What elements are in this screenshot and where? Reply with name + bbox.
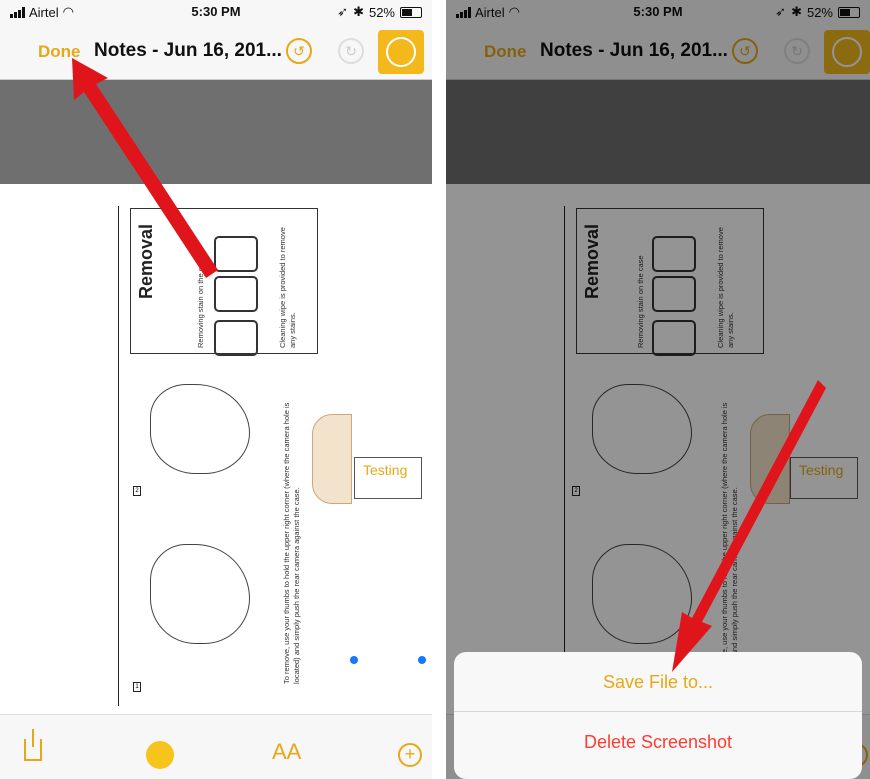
phone-diagram (214, 276, 258, 312)
status-bar: Airtel ◠ 5:30 PM ➶ ✱ 52% (0, 0, 432, 24)
color-picker-button[interactable] (146, 741, 174, 769)
battery-percent: 52% (368, 4, 395, 20)
nav-bar: Done Notes - Jun 16, 201... ↺ ↻ (0, 24, 432, 80)
annotation-text: Testing (363, 462, 408, 478)
box-caption: Removing stain on the case (196, 255, 205, 348)
text-annotation[interactable]: Testing (354, 457, 422, 499)
right-screen: Airtel ◠ 5:30 PM ➶ ✱ 52% Done Notes - Jun 1… (446, 0, 870, 779)
left-screen: Airtel ◠ 5:30 PM ➶ ✱ 52% Done Notes - Jun 1… (0, 0, 432, 779)
pen-icon (386, 37, 416, 67)
finger-illustration (312, 414, 352, 504)
resize-handle[interactable] (418, 656, 426, 664)
hand-illustration (150, 544, 250, 644)
undo-button[interactable]: ↺ (286, 38, 312, 64)
step-number: 2 (133, 486, 141, 496)
document-heading: Removal (136, 224, 156, 300)
box-note: Cleaning wipe is provided to remove any … (278, 227, 297, 348)
resize-handle[interactable] (350, 656, 358, 664)
bottom-toolbar: AA + (0, 714, 432, 779)
hand-illustration (150, 384, 250, 474)
page-title: Notes - Jun 16, 201... (94, 40, 282, 61)
instructions-text: To remove, use your thumbs to hold the u… (282, 402, 301, 684)
action-sheet: Save File to... Delete Screenshot (454, 652, 862, 779)
location-icon: ➶ (337, 4, 349, 19)
done-button[interactable]: Done (38, 42, 81, 62)
phone-diagram (214, 320, 258, 356)
markup-button[interactable] (378, 30, 424, 74)
add-button[interactable]: + (398, 743, 422, 767)
bluetooth-icon: ✱ (353, 4, 364, 19)
delete-screenshot-button[interactable]: Delete Screenshot (454, 712, 862, 772)
battery-icon (400, 6, 422, 18)
font-button[interactable]: AA (272, 739, 301, 765)
save-file-button[interactable]: Save File to... (454, 652, 862, 712)
redo-button[interactable]: ↻ (338, 38, 364, 64)
share-icon[interactable] (24, 729, 42, 761)
step-number: 1 (133, 682, 141, 692)
screenshot-document: Removal Removing stain on the case Clean… (0, 184, 432, 714)
phone-diagram (214, 236, 258, 272)
